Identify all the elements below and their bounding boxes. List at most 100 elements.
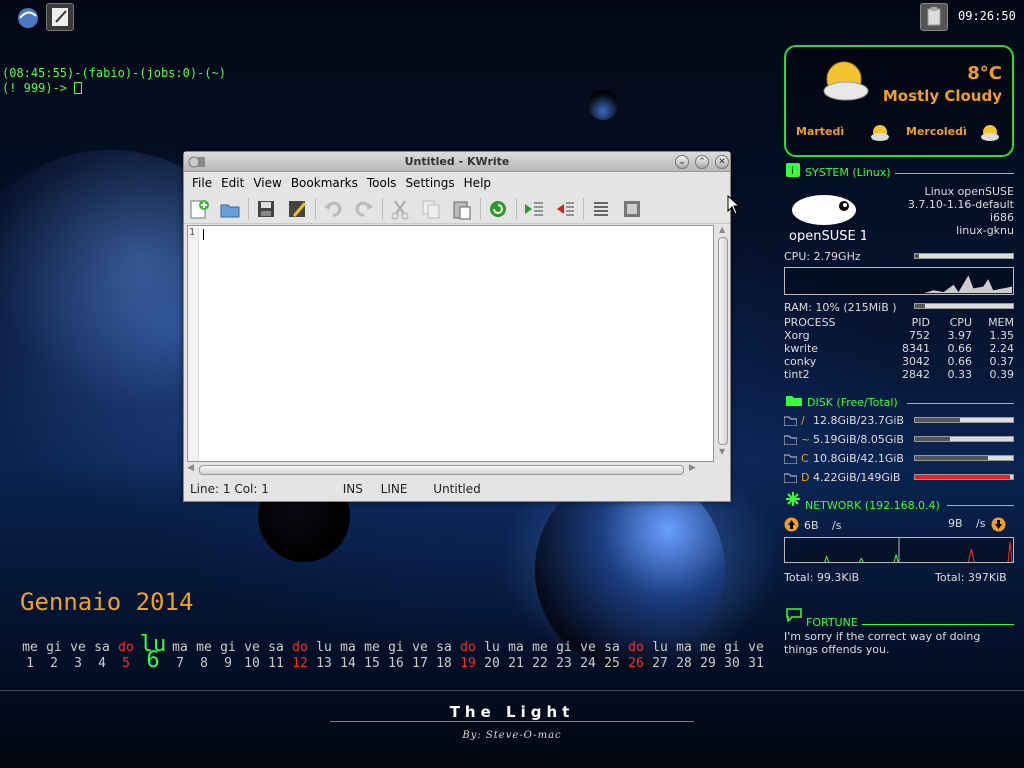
save-as-button[interactable] <box>284 196 310 222</box>
calendar-day[interactable]: 8 <box>192 656 216 671</box>
disk-usage: 5.19GiB/8.05GiB <box>813 433 904 446</box>
calendar-day[interactable]: 13 <box>312 656 336 671</box>
unindent-icon <box>557 202 574 215</box>
disk-usage: 10.8GiB/42.1GiB <box>813 452 904 465</box>
process-pid: 3042 <box>902 355 930 368</box>
clipboard-tray-button[interactable] <box>920 3 948 31</box>
total-upload: Total: 99.3KiB <box>784 571 860 584</box>
paste-button[interactable] <box>449 196 475 222</box>
calendar-day[interactable]: 3 <box>66 656 90 671</box>
process-header-row: PROCESS PID CPU MEM <box>784 316 1014 329</box>
scroll-right-icon[interactable]: ▶ <box>689 463 699 473</box>
calendar-day[interactable]: 2 <box>42 656 66 671</box>
configure-button[interactable] <box>619 196 645 222</box>
calendar-day[interactable]: 19 <box>456 656 480 671</box>
browser-icon <box>18 8 38 28</box>
cut-button[interactable] <box>387 196 413 222</box>
horizontal-scroll-thumb[interactable] <box>199 465 684 475</box>
process-table: PROCESS PID CPU MEM Xorg 752 3.97 1.35 kwri… <box>784 316 1014 381</box>
browser-launcher[interactable] <box>14 4 42 32</box>
temperature: 8°C <box>967 63 1002 84</box>
calendar-today[interactable]: 6 <box>138 648 168 673</box>
calendar-day[interactable]: 23 <box>552 656 576 671</box>
menu-file[interactable]: File <box>188 176 217 190</box>
calendar-day[interactable]: 4 <box>90 656 114 671</box>
menu-tools[interactable]: Tools <box>363 176 402 190</box>
text-editor-icon <box>52 8 68 26</box>
close-button[interactable]: ✕ <box>715 155 729 169</box>
calendar-day[interactable]: 24 <box>576 656 600 671</box>
new-button[interactable] <box>186 196 212 222</box>
unindent-button[interactable] <box>552 196 578 222</box>
disk-row: D 4.22GiB/149GiB <box>784 471 1014 485</box>
list-button[interactable] <box>588 196 614 222</box>
calendar-day[interactable]: 30 <box>720 656 744 671</box>
process-mem: 1.35 <box>989 329 1015 342</box>
calendar-day[interactable]: 11 <box>264 656 288 671</box>
open-button[interactable] <box>217 196 243 222</box>
horizontal-scrollbar[interactable]: ◀ ▶ <box>187 463 714 477</box>
indent-button[interactable] <box>521 196 547 222</box>
calendar-day[interactable]: 7 <box>168 656 192 671</box>
calendar-day[interactable]: 27 <box>648 656 672 671</box>
calendar-day[interactable]: 1 <box>18 656 42 671</box>
scroll-left-icon[interactable]: ◀ <box>187 463 197 473</box>
save-as-icon <box>289 200 307 217</box>
redo-button[interactable] <box>351 196 377 222</box>
calendar-day[interactable]: 31 <box>744 656 768 671</box>
scroll-down-icon[interactable]: ▼ <box>719 447 727 457</box>
line-mode[interactable]: LINE <box>381 482 408 496</box>
terminal-prompt[interactable]: (08:45:55)-(fabio)-(jobs:0)-(~) (! 999)-… <box>2 66 226 96</box>
calendar-day[interactable]: 21 <box>504 656 528 671</box>
menu-help[interactable]: Help <box>460 176 496 190</box>
kwrite-window[interactable]: Untitled - KWrite ⌄ ⌃ ✕ File Edit View B… <box>183 151 731 502</box>
vertical-scroll-thumb[interactable] <box>718 237 728 445</box>
calendar-day[interactable]: 28 <box>672 656 696 671</box>
calendar-day[interactable]: 9 <box>216 656 240 671</box>
insert-mode[interactable]: INS <box>343 482 363 496</box>
scroll-up-icon[interactable]: ▲ <box>719 225 727 235</box>
folder-icon <box>786 396 802 406</box>
save-button[interactable] <box>253 196 279 222</box>
redo-icon <box>355 201 373 217</box>
calendar-day[interactable]: 25 <box>600 656 624 671</box>
title-bar[interactable]: Untitled - KWrite ⌄ ⌃ ✕ <box>184 152 730 172</box>
menu-settings[interactable]: Settings <box>401 176 459 190</box>
chevron-up-icon: ⌃ <box>698 157 706 167</box>
text-editor-area[interactable]: 1 <box>187 225 714 462</box>
cpu-graph <box>784 267 1014 295</box>
calendar-day[interactable]: 12 <box>288 656 312 671</box>
header-pid: PID <box>911 316 930 329</box>
calendar-day[interactable]: 16 <box>384 656 408 671</box>
ram-bar-fill <box>915 304 925 308</box>
calendar-day[interactable]: 15 <box>360 656 384 671</box>
process-name: conky <box>784 355 817 368</box>
menu-view[interactable]: View <box>249 176 286 190</box>
calendar-day[interactable]: 10 <box>240 656 264 671</box>
calendar-day[interactable]: 22 <box>528 656 552 671</box>
calendar-day[interactable]: 5 <box>114 656 138 671</box>
prompt-line-2: (! 999)-> <box>2 81 75 95</box>
menu-edit[interactable]: Edit <box>217 176 249 190</box>
calendar-day[interactable]: 26 <box>624 656 648 671</box>
minimize-button[interactable]: ⌄ <box>675 155 689 169</box>
calendar-day[interactable]: 14 <box>336 656 360 671</box>
folder-icon <box>784 454 797 464</box>
disk-usage: 12.8GiB/23.7GiB <box>813 414 904 427</box>
indent-icon <box>525 202 543 215</box>
download-unit: /s <box>976 517 986 530</box>
reload-button[interactable] <box>485 196 511 222</box>
vertical-scrollbar[interactable]: ▲ ▼ <box>717 225 729 463</box>
maximize-button[interactable]: ⌃ <box>695 155 709 169</box>
calendar-day[interactable]: 20 <box>480 656 504 671</box>
undo-button[interactable] <box>320 196 346 222</box>
process-name: kwrite <box>784 342 819 355</box>
calendar-day[interactable]: 29 <box>696 656 720 671</box>
calendar-day[interactable]: 17 <box>408 656 432 671</box>
menu-bookmarks[interactable]: Bookmarks <box>287 176 363 190</box>
calendar-day[interactable]: 18 <box>432 656 456 671</box>
svg-text:i: i <box>791 166 794 177</box>
clock[interactable]: 09:26:50 <box>958 9 1016 23</box>
text-editor-launcher[interactable] <box>46 3 74 31</box>
copy-button[interactable] <box>418 196 444 222</box>
